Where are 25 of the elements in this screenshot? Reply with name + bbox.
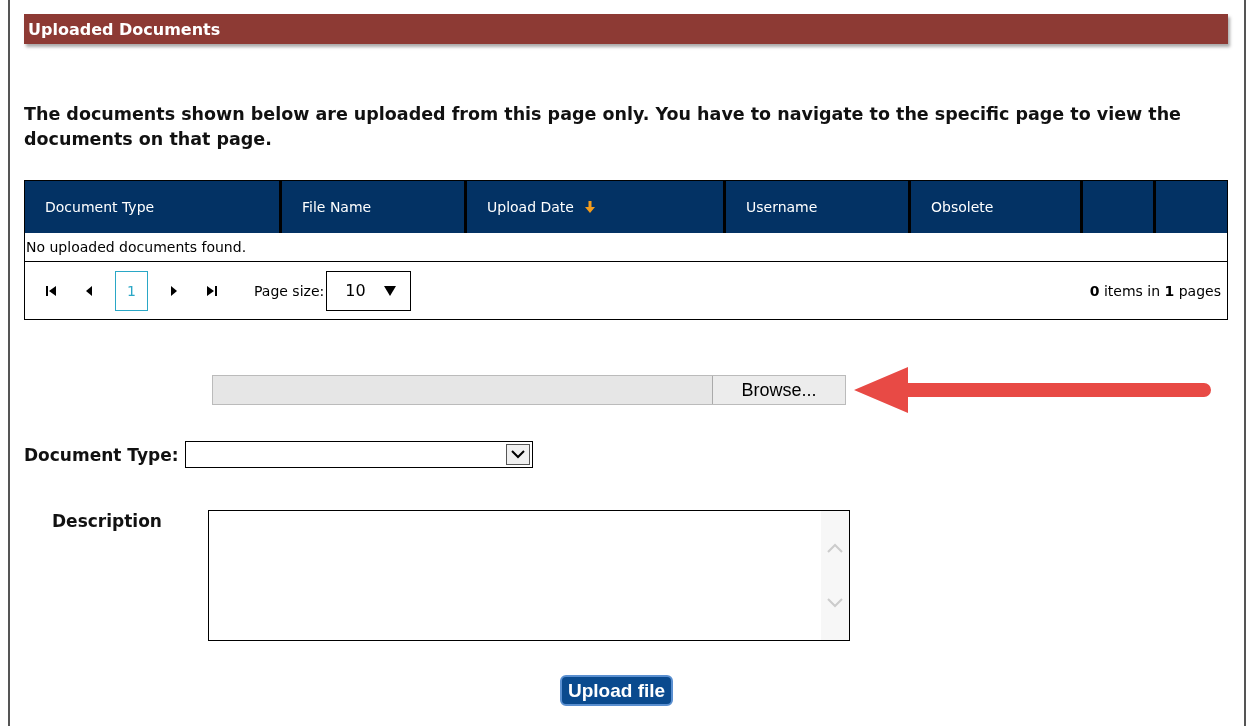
first-page-icon: [45, 284, 57, 297]
last-page-icon: [206, 284, 218, 297]
column-header[interactable]: Document Type: [25, 181, 282, 233]
file-input[interactable]: Browse...: [212, 375, 846, 405]
upload-button[interactable]: Upload file: [560, 675, 674, 706]
dropdown-caret-icon: [384, 285, 397, 296]
dropdown-caret-icon: [505, 444, 530, 465]
column-header[interactable]: Upload Date: [467, 181, 726, 233]
description-field[interactable]: [208, 510, 850, 641]
document-type-label: Document Type:: [24, 444, 179, 465]
empty-message: No uploaded documents found.: [26, 239, 247, 255]
scroll-down-icon: [826, 596, 844, 609]
pager-summary: 0 items in 1 pages: [1089, 282, 1221, 299]
section-header: Uploaded Documents: [24, 14, 1228, 44]
intro-text: The documents shown below are uploaded from this page only. You have to navigate to the specific page to view the documents on that page.: [24, 103, 1182, 151]
column-header[interactable]: Username: [726, 181, 911, 233]
scroll-up-icon: [826, 542, 844, 555]
browse-button[interactable]: Browse...: [712, 376, 845, 404]
document-type-dropdown[interactable]: [184, 441, 533, 468]
description-label: Description: [51, 511, 163, 531]
column-header[interactable]: Obsolete: [911, 181, 1083, 233]
sort-down-icon: [583, 201, 596, 213]
page-size-label: Page size:: [254, 282, 325, 299]
page-size-dropdown[interactable]: 10: [326, 270, 412, 311]
column-header[interactable]: File Name: [282, 181, 467, 233]
